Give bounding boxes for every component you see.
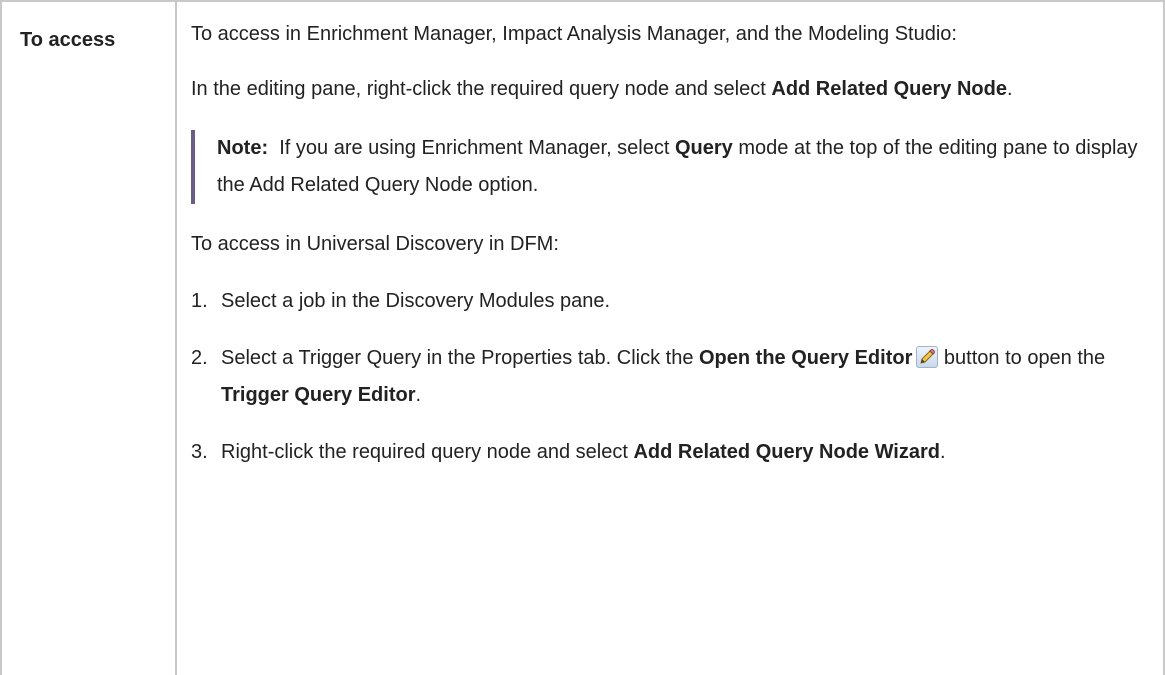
step-post-text: . [940,441,946,463]
step-pre-text: Select a Trigger Query in the Properties… [221,347,699,369]
step-text: Select a job in the Discovery Modules pa… [221,290,611,312]
query-mode-term: Query [674,137,733,159]
editing-pane-paragraph: In the editing pane, right-click the req… [191,71,1146,108]
steps-list: 1. Select a job in the Discovery Modules… [191,283,1146,471]
pencil-edit-icon [916,346,939,368]
step-post-text: . [415,384,422,406]
editing-pre-text: In the editing pane, right-click the req… [191,78,772,100]
table-left-border [0,0,2,675]
note-block: Note: If you are using Enrichment Manage… [191,130,1146,204]
step-number: 3. [191,441,208,463]
editing-post-text: . [1006,78,1013,100]
access-table: To access To access in Enrichment Manage… [0,0,1165,675]
step-number: 2. [191,347,208,369]
dfm-intro-paragraph: To access in Universal Discovery in DFM: [191,233,559,255]
add-related-query-node-term: Add Related Query Node [771,78,1007,100]
step-pre-text: Right-click the required query node and … [221,441,634,463]
note-label: Note: [217,137,269,159]
trigger-query-editor-term: Trigger Query Editor [221,384,416,406]
note-accent-bar [191,130,195,204]
table-column-divider [175,0,177,675]
list-item: 2. Select a Trigger Query in the Propert… [191,340,1146,414]
content-cell: To access in Enrichment Manager, Impact … [191,16,1146,471]
open-query-editor-term: Open the Query Editor [699,347,913,369]
list-item: 3. Right-click the required query node a… [191,434,1146,471]
step-number: 1. [191,290,208,312]
to-access-label: To access [20,29,116,51]
add-related-query-node-wizard-term: Add Related Query Node Wizard [633,441,940,463]
note-pre-text: If you are using Enrichment Manager, sel… [268,137,675,159]
intro-paragraph: To access in Enrichment Manager, Impact … [191,23,957,45]
note-paragraph: Note: If you are using Enrichment Manage… [217,130,1146,204]
list-item: 1. Select a job in the Discovery Modules… [191,283,1146,320]
step-mid-text: button to open the [938,347,1106,369]
